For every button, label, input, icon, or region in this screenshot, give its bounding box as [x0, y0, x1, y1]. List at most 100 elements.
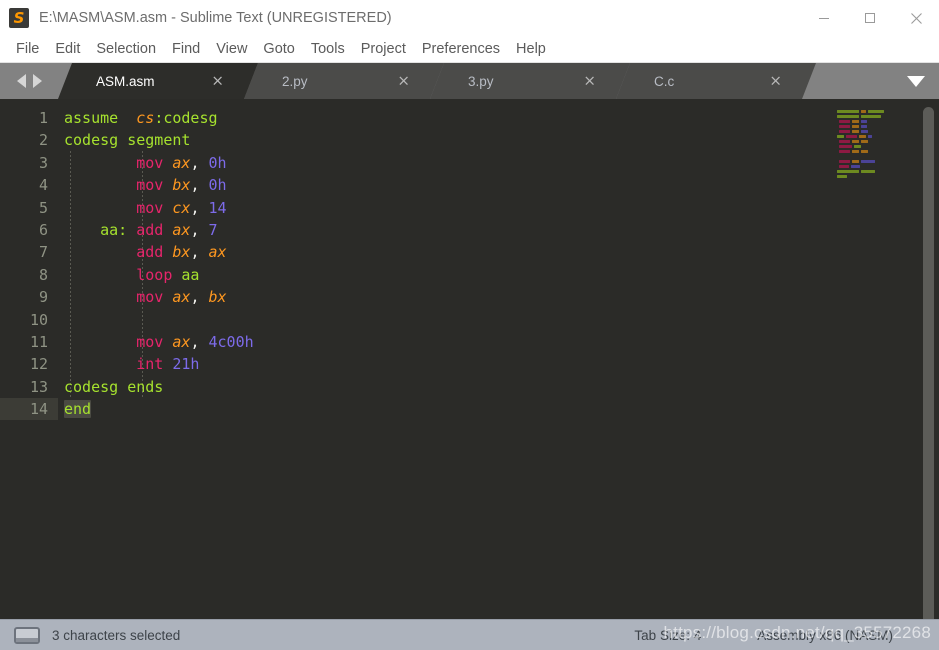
status-message: 3 characters selected	[52, 627, 181, 643]
window-title: E:\MASM\ASM.asm - Sublime Text (UNREGIST…	[39, 10, 392, 26]
minimap-block	[839, 124, 850, 129]
menu-item-view[interactable]: View	[208, 39, 255, 59]
tab-close-icon[interactable]: ×	[211, 74, 224, 89]
menu-item-tools[interactable]: Tools	[303, 39, 353, 59]
tab-asm-asm[interactable]: ASM.asm ×	[58, 63, 258, 99]
minimap-block	[839, 119, 850, 124]
minimap-block	[852, 159, 859, 164]
tab-size-indicator[interactable]: Tab Size: 4	[634, 628, 701, 643]
status-bar: 3 characters selected Tab Size: 4 Assemb…	[0, 619, 939, 650]
line-number: 14	[0, 398, 58, 421]
minimap-block	[839, 159, 850, 164]
code-line: int 21h	[58, 353, 829, 375]
tab-c-c[interactable]: C.c ×	[616, 63, 816, 99]
minimap-block	[861, 149, 868, 154]
menu-item-help[interactable]: Help	[508, 39, 554, 59]
code-token: :	[154, 109, 164, 127]
code-line: codesg segment	[58, 129, 829, 151]
sublime-text-window: S E:\MASM\ASM.asm - Sublime Text (UNREGI…	[0, 0, 939, 650]
code-token: 0h	[208, 176, 227, 195]
code-token: bx	[208, 288, 227, 307]
syntax-indicator[interactable]: Assembly x86 (NASM)	[757, 628, 893, 643]
code-line: mov ax, bx	[58, 286, 829, 308]
code-token: mov	[136, 288, 164, 307]
minimap-block	[846, 134, 857, 139]
sublime-logo-icon: S	[9, 8, 29, 28]
minimap-block	[839, 139, 850, 144]
tab-3-py[interactable]: 3.py ×	[430, 63, 630, 99]
code-token: ax	[172, 288, 191, 307]
code-line: loop aa	[58, 264, 829, 286]
code-token: 7	[208, 220, 218, 239]
line-number: 6	[38, 220, 48, 239]
maximize-button[interactable]	[847, 0, 893, 36]
code-line: mov bx, 0h	[58, 174, 829, 196]
code-line: mov ax, 0h	[58, 152, 829, 174]
minimap-block	[852, 129, 859, 134]
window-controls	[801, 0, 939, 36]
tab-bar: ASM.asm × 2.py × 3.py × C.c ×	[0, 63, 939, 99]
sublime-s-glyph: S	[13, 8, 25, 27]
code-token: codesg segment	[64, 131, 191, 150]
minimap-block	[868, 109, 884, 114]
console-panel-icon[interactable]	[14, 626, 40, 644]
line-number: 8	[38, 265, 48, 284]
line-number: 13	[29, 377, 48, 396]
minimap-block	[837, 169, 859, 174]
menu-item-edit[interactable]: Edit	[47, 39, 88, 59]
arrow-right-icon[interactable]	[32, 74, 42, 88]
menu-bar: File Edit Selection Find View Goto Tools…	[0, 36, 939, 63]
tab-close-icon[interactable]: ×	[397, 74, 410, 89]
code-line: codesg ends	[58, 376, 829, 398]
code-token: end	[64, 400, 92, 419]
tab-close-icon[interactable]: ×	[769, 74, 782, 89]
minimap-block	[852, 119, 859, 124]
code-token: int	[136, 355, 164, 374]
editor-pane[interactable]: 1 2 3 4 5 6 7 8 9 10 11 12 13 14 assume cs:codesg code…	[0, 99, 939, 619]
code-token: aa:	[100, 220, 128, 239]
code-line: mov cx, 14	[58, 197, 829, 219]
tab-list: ASM.asm × 2.py × 3.py × C.c ×	[58, 63, 893, 99]
minimize-button[interactable]	[801, 0, 847, 36]
code-area[interactable]: assume cs:codesg codesg segment mov ax, 0…	[58, 99, 829, 619]
line-number: 3	[38, 153, 48, 172]
close-button[interactable]	[893, 0, 939, 36]
minimap[interactable]	[829, 99, 939, 619]
minimap-block	[861, 169, 875, 174]
menu-item-preferences[interactable]: Preferences	[414, 39, 508, 59]
minimap-block	[837, 174, 847, 179]
menu-item-project[interactable]: Project	[353, 39, 414, 59]
minimap-block	[861, 119, 867, 124]
code-lines: assume cs:codesg codesg segment mov ax, 0…	[58, 107, 829, 420]
line-number: 11	[29, 332, 48, 351]
code-token: mov	[136, 198, 164, 217]
menu-item-goto[interactable]: Goto	[255, 39, 302, 59]
minimap-block	[839, 129, 850, 134]
vertical-scrollbar[interactable]	[923, 107, 934, 619]
menu-item-find[interactable]: Find	[164, 39, 208, 59]
title-bar: S E:\MASM\ASM.asm - Sublime Text (UNREGI…	[0, 0, 939, 36]
line-number: 4	[38, 176, 48, 195]
tab-2-py[interactable]: 2.py ×	[244, 63, 444, 99]
tab-close-icon[interactable]: ×	[583, 74, 596, 89]
code-line: assume cs:codesg	[58, 107, 829, 129]
menu-item-selection[interactable]: Selection	[88, 39, 164, 59]
code-token: codesg	[163, 109, 218, 127]
code-token: add	[136, 220, 164, 239]
menu-item-file[interactable]: File	[8, 39, 47, 59]
minimap-block	[839, 149, 850, 154]
tab-label: ASM.asm	[96, 73, 155, 89]
minimap-block	[861, 124, 867, 129]
code-token: 14	[208, 198, 227, 217]
tab-label: C.c	[654, 73, 675, 89]
line-number: 7	[38, 243, 48, 262]
arrow-left-icon[interactable]	[16, 74, 26, 88]
code-token: assume	[64, 109, 119, 127]
code-token: cs	[136, 109, 155, 127]
tab-overflow-button[interactable]	[893, 63, 939, 99]
